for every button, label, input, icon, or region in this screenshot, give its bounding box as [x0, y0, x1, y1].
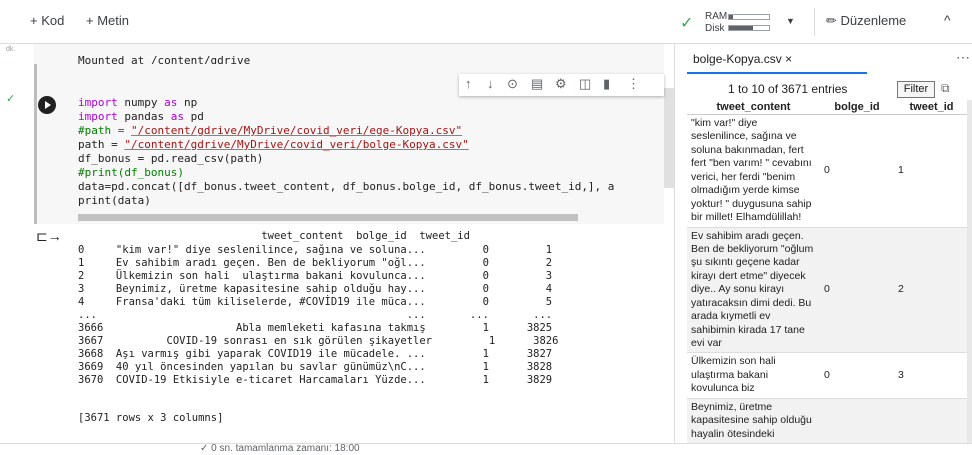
alias-name: pd [183, 110, 204, 123]
ram-bar [728, 14, 770, 20]
horizontal-scrollbar[interactable] [78, 214, 578, 221]
mirror-icon[interactable]: ◫ [579, 76, 591, 92]
check-icon: ✓ [6, 93, 16, 105]
table-cell-bolge-id: 0 [820, 114, 894, 228]
module-name: numpy [117, 96, 165, 109]
delete-icon[interactable]: ▮ [603, 76, 610, 92]
table-row: Ev sahibim aradı geçen. Ben de bekliyoru… [687, 227, 969, 354]
gear-icon[interactable]: ⚙ [555, 76, 567, 92]
divider [814, 8, 815, 36]
output-row: 2 Ülkemizin son hali ulaştırma bakani ko… [78, 270, 553, 282]
cell-output: tweet_content bolge_id tweet_id 0 "kim v… [78, 226, 664, 424]
table-cell-tweet-content: Beynimiz, üretme kapasitesine sahip oldu… [687, 398, 820, 445]
output-row: 3669 40 yıl öncesinden yapılan bu savlar… [78, 361, 553, 373]
keyword: as [164, 96, 178, 109]
table-header-row: tweet_content bolge_id tweet_id [687, 100, 969, 115]
run-cell-button[interactable] [38, 96, 56, 114]
close-icon[interactable]: × [785, 52, 792, 66]
scrollbar[interactable] [967, 100, 972, 443]
ram-label: RAM [705, 11, 728, 22]
comment-prefix: #path = [78, 124, 131, 137]
chevron-up-icon[interactable]: ^ [944, 12, 951, 28]
cell-gutter-label: dk. [6, 46, 16, 53]
code-line-4: path = "/content/gdrive/MyDrive/covid_ve… [78, 138, 469, 151]
table-cell-bolge-id: 0 [820, 352, 894, 399]
link-icon[interactable]: ⊙ [507, 76, 518, 92]
table-cell-tweet-content: "kim var!" diye seslenilince, sağına ve … [687, 114, 820, 228]
table-cell-tweet-id [894, 398, 969, 445]
output-toggle-icon[interactable]: ⊏→ [36, 228, 62, 245]
editing-label: Düzenleme [840, 13, 907, 28]
table-cell-bolge-id [820, 398, 894, 445]
add-text-button[interactable]: + Metin [86, 13, 129, 28]
add-code-button[interactable]: + Kod [30, 13, 64, 28]
table-cell-tweet-id: 1 [894, 114, 969, 228]
module-name: pandas [117, 110, 171, 123]
code-line-1: import numpy as np [78, 96, 197, 109]
disk-bar [728, 25, 770, 31]
output-row: 3 Beynimiz, üretme kapasitesine sahip ol… [78, 283, 553, 295]
code-line-7: data=pd.concat([df_bonus.tweet_content, … [78, 180, 615, 193]
output-row: 3666 Abla memleketi kafasına takmış 1 38… [78, 322, 553, 334]
move-up-icon[interactable]: ↑ [465, 76, 472, 91]
code-line-6: #print(df_bonus) [78, 166, 184, 179]
chevron-down-icon[interactable]: ▼ [786, 16, 795, 26]
entries-info: 1 to 10 of 3671 entries [728, 82, 848, 96]
file-viewer-panel: bolge-Kopya.csv × ⋯ 1 to 10 of 3671 entr… [674, 44, 972, 445]
keyword: as [170, 110, 184, 123]
column-header-bolge-id[interactable]: bolge_id [820, 100, 894, 115]
check-icon: ✓ [680, 15, 694, 32]
output-row: 0 "kim var!" diye seslenilince, sağına v… [78, 244, 553, 256]
assign-prefix: path = [78, 138, 125, 151]
tab-bolge-kopya[interactable]: bolge-Kopya.csv × [693, 52, 792, 66]
output-row: 4 Fransa'daki tüm kiliselerde, #COVİD19 … [78, 296, 553, 308]
copy-icon[interactable]: ⧉ [941, 81, 950, 96]
notebook-toolbar: + Kod + Metin ✓ RAM Disk ▼ ✏ Düzenleme ^ [0, 0, 972, 44]
table-cell-tweet-content: Ülkemizin son hali ulaştırma bakani kovu… [687, 352, 820, 399]
output-summary: [3671 rows x 3 columns] [78, 412, 224, 424]
data-table: tweet_content bolge_id tweet_id "kim var!"… [687, 100, 969, 445]
table-cell-tweet-id: 2 [894, 227, 969, 354]
output-row: 3670 COVID-19 Etkisiyle e-ticaret Harcam… [78, 374, 553, 386]
execution-status: ✓ 0 sn. tamamlanma zamanı: 18:00 [200, 443, 360, 454]
column-header-tweet-content[interactable]: tweet_content [687, 100, 820, 115]
more-horiz-icon[interactable]: ⋯ [956, 49, 970, 66]
filter-button[interactable]: Filter [897, 81, 935, 98]
table-row: Beynimiz, üretme kapasitesine sahip oldu… [687, 398, 969, 445]
string-literal: "/content/gdrive/MyDrive/covid_veri/ege-… [130, 124, 463, 137]
code-line-8: print(data) [78, 194, 151, 207]
pencil-icon: ✏ [826, 13, 837, 28]
output-row: 3668 Aşı varmış gibi yaparak COVID19 ile… [78, 348, 553, 360]
cell-toolbar: ↑ ↓ ⊙ ▤ ⚙ ◫ ▮ ⋮ [459, 74, 664, 96]
table-cell-bolge-id: 0 [820, 227, 894, 354]
table-row: "kim var!" diye seslenilince, sağına ve … [687, 114, 969, 228]
move-down-icon[interactable]: ↓ [487, 76, 494, 91]
scrollbar[interactable] [664, 88, 674, 188]
column-header-tweet-id[interactable]: tweet_id [894, 100, 969, 115]
alias-name: np [177, 96, 198, 109]
tab-underline [687, 72, 867, 74]
table-row: Ülkemizin son hali ulaştırma bakani kovu… [687, 352, 969, 399]
output-row: 1 Ev sahibim aradı geçen. Ben de bekliyo… [78, 257, 553, 269]
code-line-5: df_bonus = pd.read_csv(path) [78, 152, 264, 165]
string-literal: "/content/gdrive/MyDrive/covid_veri/bolg… [124, 138, 469, 151]
status-bar: ✓ 0 sn. tamamlanma zamanı: 18:00 [0, 443, 972, 455]
disk-label: Disk [705, 23, 725, 34]
more-vert-icon[interactable]: ⋮ [627, 76, 640, 92]
code-line-2: import pandas as pd [78, 110, 204, 123]
output-row: 3667 COVID-19 sonrası en sık görülen şik… [78, 335, 559, 347]
output-row: ... ... ... ... [78, 309, 553, 321]
comment-icon[interactable]: ▤ [531, 76, 543, 92]
output-header: tweet_content bolge_id tweet_id [78, 230, 470, 242]
keyword: import [78, 110, 118, 123]
code-line-3: #path = "/content/gdrive/MyDrive/covid_v… [78, 124, 462, 137]
table-cell-tweet-content: Ev sahibim aradı geçen. Ben de bekliyoru… [687, 227, 820, 354]
editing-mode-button[interactable]: ✏ Düzenleme [826, 13, 906, 29]
resources-indicator[interactable]: ✓ RAM Disk ▼ [680, 10, 800, 36]
table-cell-tweet-id: 3 [894, 352, 969, 399]
tab-label: bolge-Kopya.csv [693, 52, 782, 66]
keyword: import [78, 96, 118, 109]
